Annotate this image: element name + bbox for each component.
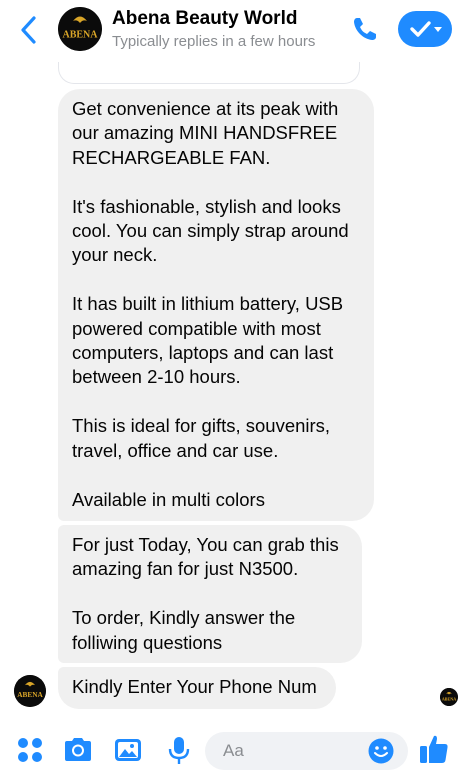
product-image-card[interactable] bbox=[58, 62, 360, 84]
four-dots-icon bbox=[18, 738, 42, 762]
message-bubble[interactable]: For just Today, You can grab this amazin… bbox=[58, 525, 362, 663]
svg-text:ABENA: ABENA bbox=[62, 30, 98, 41]
camera-button[interactable] bbox=[62, 734, 94, 766]
reply-time-status: Typically replies in a few hours bbox=[112, 33, 316, 50]
abena-logo-icon: ABENA bbox=[58, 7, 102, 51]
svg-text:ABENA: ABENA bbox=[442, 696, 456, 701]
message-text: Get convenience at its peak with our ama… bbox=[72, 98, 349, 510]
microphone-icon bbox=[168, 737, 190, 764]
photo-icon bbox=[115, 739, 141, 761]
message-text: Kindly Enter Your Phone Num bbox=[72, 676, 317, 697]
phone-icon bbox=[354, 18, 376, 40]
like-button[interactable] bbox=[418, 732, 450, 766]
page-name[interactable]: Abena Beauty World bbox=[112, 8, 297, 30]
svg-text:ABENA: ABENA bbox=[17, 691, 43, 699]
camera-icon bbox=[65, 738, 91, 761]
message-thread[interactable]: Get convenience at its peak with our ama… bbox=[0, 62, 464, 718]
more-actions-button[interactable] bbox=[14, 734, 46, 766]
thumbs-up-icon bbox=[420, 735, 448, 763]
message-composer: Aa bbox=[0, 718, 464, 779]
mark-done-button[interactable] bbox=[398, 11, 452, 47]
page-avatar[interactable]: ABENA bbox=[58, 7, 102, 51]
emoji-button[interactable] bbox=[368, 738, 394, 764]
photo-button[interactable] bbox=[112, 734, 144, 766]
chat-header: ABENA Abena Beauty World Typically repli… bbox=[0, 0, 464, 62]
sender-avatar: ABENA bbox=[14, 675, 46, 707]
abena-logo-icon: ABENA bbox=[14, 675, 46, 707]
seen-receipt-avatar: ABENA bbox=[440, 688, 458, 706]
voice-clip-button[interactable] bbox=[163, 734, 195, 766]
back-chevron-icon bbox=[21, 16, 36, 44]
message-bubble[interactable]: Kindly Enter Your Phone Num bbox=[58, 667, 336, 709]
emoji-icon bbox=[368, 738, 394, 764]
call-button[interactable] bbox=[350, 14, 380, 44]
abena-logo-icon: ABENA bbox=[440, 688, 458, 706]
checkmark-icon bbox=[410, 21, 442, 37]
message-input-placeholder: Aa bbox=[223, 741, 244, 760]
message-text: For just Today, You can grab this amazin… bbox=[72, 534, 339, 653]
message-bubble[interactable]: Get convenience at its peak with our ama… bbox=[58, 89, 374, 521]
back-button[interactable] bbox=[14, 10, 44, 50]
